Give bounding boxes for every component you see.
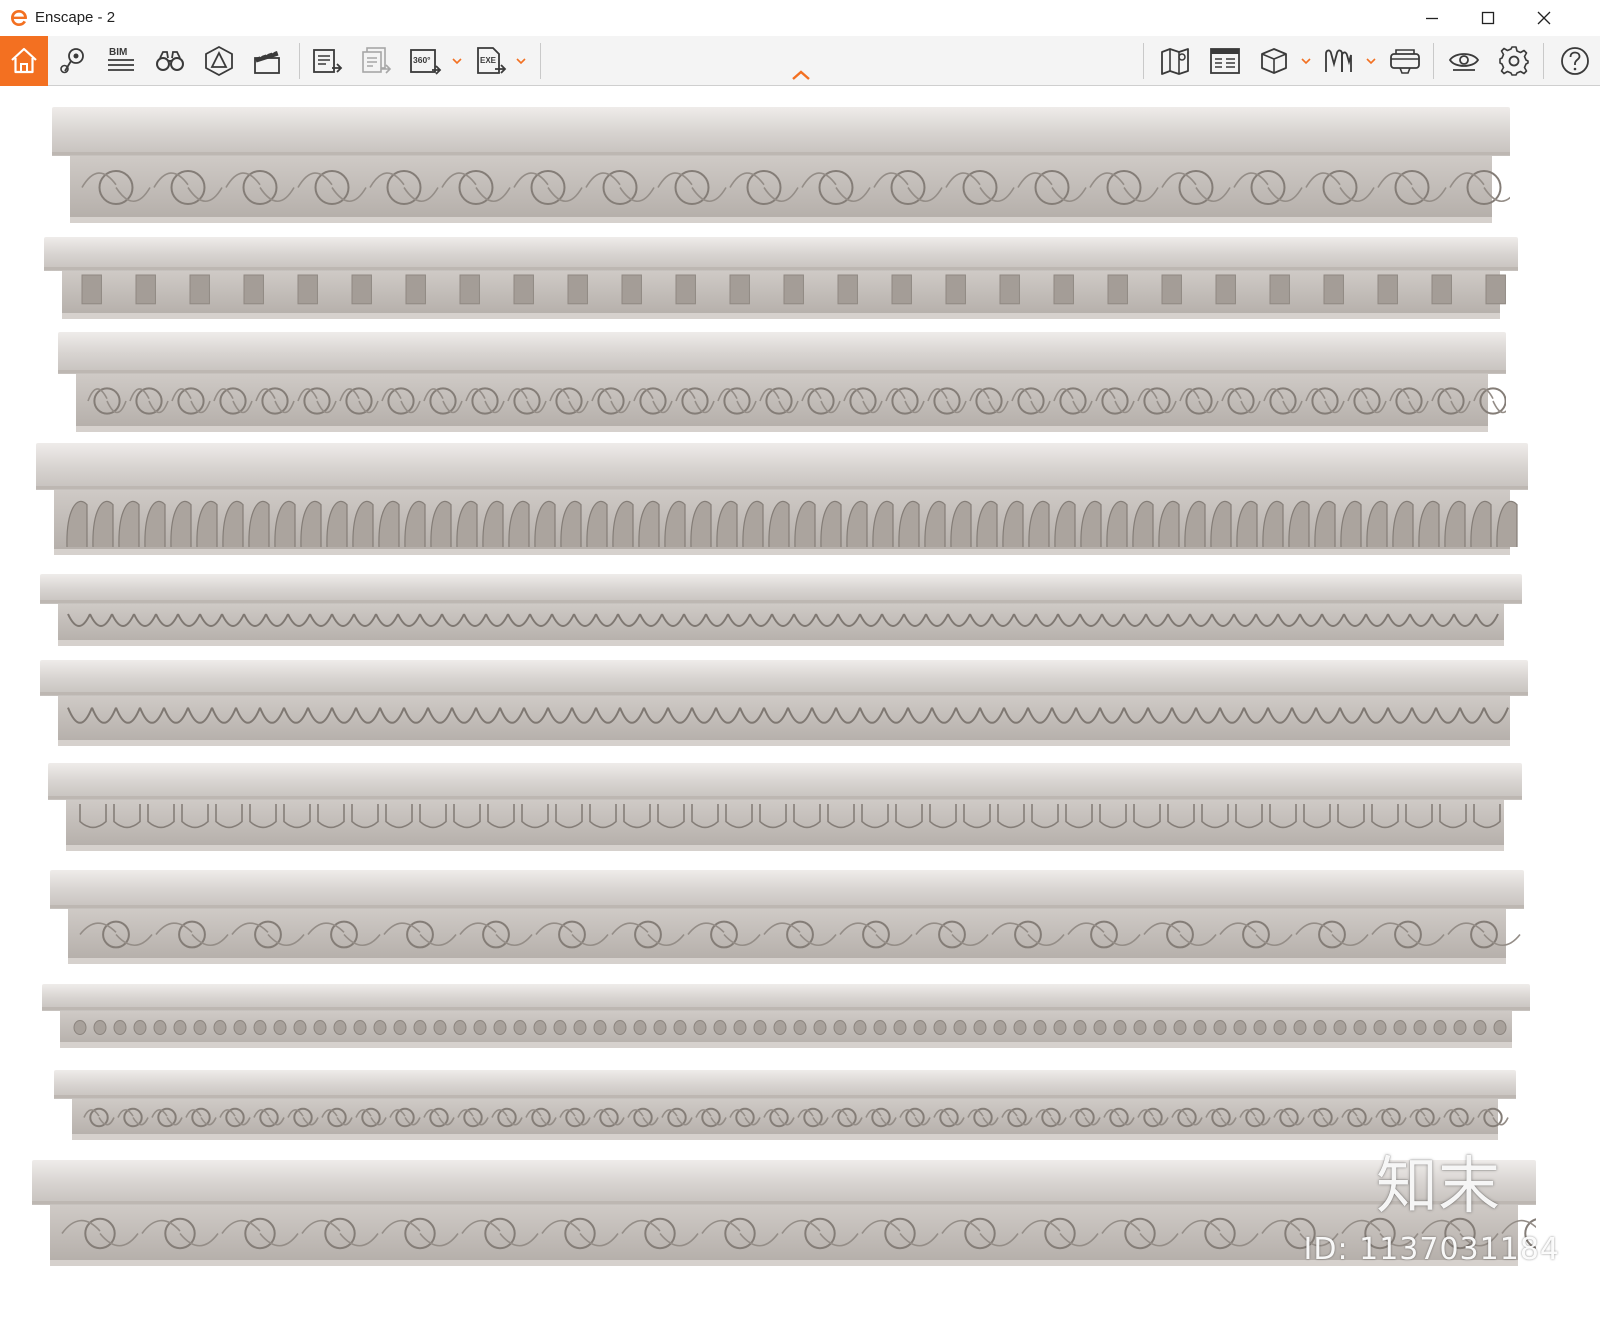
vr-headset-icon	[1390, 49, 1420, 74]
export-exe-button[interactable]: EXE	[470, 41, 510, 81]
toolbar-separator	[540, 43, 541, 79]
info-panel-icon	[1210, 48, 1240, 74]
settings-button[interactable]	[1494, 41, 1534, 81]
main-toolbar: BIM 360° EXE	[0, 36, 1600, 86]
batch-render-button[interactable]	[356, 41, 396, 81]
visual-settings-button[interactable]	[1444, 41, 1484, 81]
enscape-logo-icon	[9, 8, 29, 28]
materials-dropdown-button[interactable]	[1364, 51, 1378, 71]
cube-icon	[1261, 48, 1287, 74]
svg-text:EXE: EXE	[480, 56, 497, 65]
cornice-molding-2	[44, 237, 1518, 319]
export-exe-icon: EXE	[477, 47, 507, 74]
brand-watermark: 知末	[1375, 1149, 1500, 1222]
title-bar: Enscape - 2	[0, 0, 1600, 36]
section-box-button[interactable]	[1254, 41, 1294, 81]
close-button[interactable]	[1516, 0, 1572, 36]
export-dropdown-button[interactable]	[514, 51, 528, 71]
cornice-molding-7	[48, 763, 1522, 851]
video-editor-button[interactable]	[247, 41, 287, 81]
toolbar-separator	[1143, 43, 1144, 79]
toolbar-separator	[1433, 43, 1434, 79]
binoculars-button[interactable]	[150, 41, 190, 81]
render-viewport[interactable]: 知末 ID: 1137031184	[0, 87, 1600, 1317]
svg-text:BIM: BIM	[109, 47, 127, 58]
collapse-toolbar-button[interactable]	[788, 66, 814, 84]
window-title: Enscape - 2	[35, 9, 116, 26]
cornice-molding-9	[42, 984, 1530, 1048]
help-button[interactable]	[1555, 41, 1595, 81]
cornice-molding-3	[58, 332, 1506, 432]
maximize-button[interactable]	[1460, 0, 1516, 36]
render-screenshot-button[interactable]	[307, 41, 347, 81]
panorama-360-icon: 360°	[410, 49, 442, 75]
cornice-molding-5	[40, 574, 1522, 646]
batch-render-icon	[362, 47, 392, 74]
map-icon	[1161, 48, 1189, 75]
chevron-down-icon	[452, 58, 462, 65]
bim-info-button[interactable]	[1205, 41, 1245, 81]
toolbar-separator	[299, 43, 300, 79]
home-icon	[11, 47, 37, 74]
cornice-molding-8	[50, 870, 1524, 964]
cornice-molding-10	[54, 1070, 1516, 1140]
cornice-molding-6	[40, 660, 1528, 746]
help-icon	[1561, 47, 1589, 75]
cornice-molding-4	[36, 443, 1528, 555]
clapperboard-icon	[254, 49, 280, 74]
chevron-down-icon	[1301, 58, 1311, 65]
svg-text:360°: 360°	[413, 55, 431, 65]
panorama-button[interactable]: 360°	[405, 41, 445, 81]
section-box-dropdown-button[interactable]	[1299, 51, 1313, 71]
panorama-dropdown-button[interactable]	[450, 51, 464, 71]
chevron-up-icon	[792, 70, 810, 80]
materials-icon	[1325, 49, 1352, 72]
minimize-button[interactable]	[1404, 0, 1460, 36]
cornice-molding-1	[52, 107, 1510, 223]
vr-button[interactable]	[1385, 41, 1425, 81]
views-button[interactable]	[53, 41, 93, 81]
toolbar-separator	[1543, 43, 1544, 79]
materials-button[interactable]	[1319, 41, 1359, 81]
asset-library-button[interactable]	[199, 41, 239, 81]
bim-button[interactable]: BIM	[101, 41, 141, 81]
location-pin-icon	[60, 48, 84, 74]
asset-library-icon	[205, 45, 233, 77]
chevron-down-icon	[1366, 58, 1376, 65]
home-button[interactable]	[0, 36, 48, 86]
binoculars-icon	[156, 51, 184, 71]
bim-icon: BIM	[108, 47, 134, 71]
gear-icon	[1499, 46, 1529, 76]
chevron-down-icon	[516, 58, 526, 65]
id-watermark: ID: 1137031184	[1303, 1232, 1560, 1267]
render-image-icon	[313, 49, 343, 73]
map-button[interactable]	[1155, 41, 1195, 81]
eye-icon	[1448, 53, 1480, 71]
